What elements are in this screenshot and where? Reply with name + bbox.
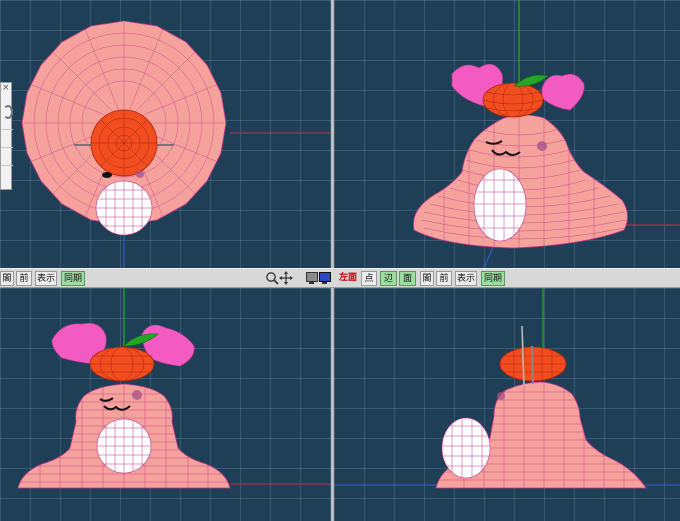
tangerine xyxy=(482,82,544,118)
move-icon[interactable] xyxy=(279,271,293,287)
stem xyxy=(531,345,534,385)
viewport-left-side[interactable] xyxy=(334,288,680,521)
viewport-front[interactable] xyxy=(0,288,331,521)
panel-divider xyxy=(1,165,13,166)
side-panel: × xyxy=(0,82,13,190)
cheek-mark xyxy=(497,392,505,400)
belly-sphere xyxy=(441,417,491,479)
right-ear xyxy=(541,73,585,111)
toolbar-button-4[interactable]: 閣 xyxy=(420,271,434,286)
toolbar-button-sync[interactable]: 同期 xyxy=(61,271,85,286)
view-name-label: 左面 xyxy=(339,273,358,283)
toolbar-button-sync-2[interactable]: 同期 xyxy=(481,271,505,286)
rotate-icon[interactable] xyxy=(3,105,13,119)
screen-layout-icon[interactable] xyxy=(306,272,332,285)
toolbar-button-front[interactable]: 前 xyxy=(16,271,32,286)
viewport-toolbar: 閣 前 表示 同期 左面 点 辺 面 閣 前 表示 同期 xyxy=(0,268,680,288)
eye-mark xyxy=(102,172,112,178)
toolbar-button-vertex[interactable]: 点 xyxy=(361,271,377,286)
model-perspective-view xyxy=(413,0,680,268)
toolbar-button-front-2[interactable]: 前 xyxy=(436,271,452,286)
close-icon[interactable]: × xyxy=(2,84,10,93)
model-top-view xyxy=(21,20,331,268)
toolbar-button-face[interactable]: 面 xyxy=(399,271,416,286)
cheek-mark xyxy=(136,170,144,178)
toolbar-button-display-2[interactable]: 表示 xyxy=(455,271,477,286)
cheek-mark xyxy=(537,141,547,151)
viewport-perspective[interactable] xyxy=(334,0,680,268)
toolbar-button-1[interactable]: 閣 xyxy=(0,271,14,286)
model-front-view xyxy=(17,288,331,489)
panel-divider xyxy=(1,129,13,130)
model-side-view xyxy=(334,288,680,489)
toolbar-button-edge[interactable]: 辺 xyxy=(380,271,397,286)
panel-divider xyxy=(1,147,13,148)
viewport-top[interactable] xyxy=(0,0,331,268)
toolbar-button-display[interactable]: 表示 xyxy=(35,271,57,286)
cheek-mark xyxy=(132,390,142,400)
